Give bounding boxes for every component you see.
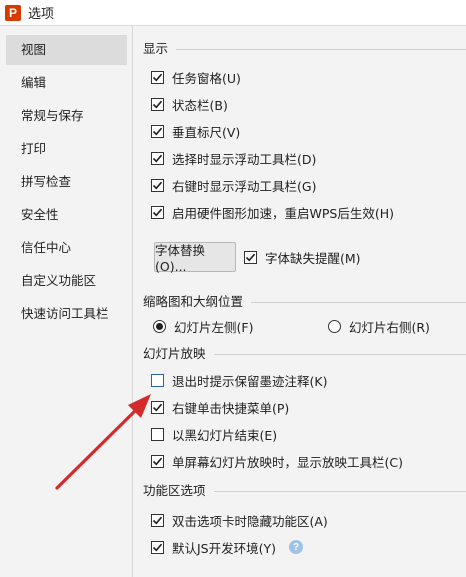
checkbox-row-task-pane[interactable]: 任务窗格(U)	[151, 67, 241, 87]
divider	[251, 301, 466, 303]
section-ribbon-title: 功能区选项	[143, 483, 206, 498]
checkbox-row-float-toolbar-select[interactable]: 选择时显示浮动工具栏(D)	[151, 148, 316, 168]
checkmark-icon	[152, 100, 163, 108]
checkbox-default-js-env[interactable]	[151, 540, 164, 554]
section-display: 显示	[143, 41, 466, 57]
checkbox-label: 任务窗格(U)	[172, 70, 241, 86]
checkbox-hardware-acceleration[interactable]	[151, 205, 164, 219]
checkbox-show-toolbar-single-screen[interactable]	[151, 454, 164, 468]
checkbox-label: 双击选项卡时隐藏功能区(A)	[172, 513, 328, 529]
section-thumbnail-position: 缩略图和大纲位置	[143, 294, 466, 310]
section-ribbon-options: 功能区选项	[143, 483, 466, 499]
checkbox-label: 右键时显示浮动工具栏(G)	[172, 178, 317, 194]
checkbox-row-status-bar[interactable]: 状态栏(B)	[151, 94, 228, 114]
checkbox-vertical-ruler[interactable]	[151, 124, 164, 138]
checkbox-row-default-js-env[interactable]: 默认JS开发环境(Y) ?	[151, 537, 304, 557]
title-bar: P 选项	[0, 0, 466, 26]
sidebar-item-quick-access-toolbar[interactable]: 快速访问工具栏	[6, 299, 127, 329]
checkbox-task-pane[interactable]	[151, 70, 164, 84]
section-display-title: 显示	[143, 41, 169, 56]
sidebar-item-spell-check[interactable]: 拼写检查	[6, 167, 127, 197]
checkbox-row-vertical-ruler[interactable]: 垂直标尺(V)	[151, 121, 240, 141]
radio-thumbnail-left[interactable]	[153, 319, 166, 333]
radio-label: 幻灯片左侧(F)	[174, 319, 254, 335]
radio-thumbnail-right[interactable]	[328, 319, 341, 333]
options-main-panel: 显示 任务窗格(U) 状态栏(B) 垂直标尺(V) 选择时显示浮动工具栏(D) …	[134, 26, 466, 577]
checkbox-row-font-missing-warning[interactable]: 字体缺失提醒(M)	[244, 247, 361, 267]
font-replace-button[interactable]: 字体替换(O)...	[154, 242, 236, 274]
radio-row-thumbnail-right[interactable]: 幻灯片右侧(R)	[328, 316, 430, 336]
checkbox-float-toolbar-select[interactable]	[151, 151, 164, 165]
checkbox-label: 状态栏(B)	[172, 97, 228, 113]
checkmark-icon	[152, 403, 163, 411]
sidebar-item-edit[interactable]: 编辑	[6, 68, 127, 98]
checkbox-label: 字体缺失提醒(M)	[265, 250, 361, 266]
checkbox-label: 退出时提示保留墨迹注释(K)	[172, 373, 328, 389]
section-slideshow: 幻灯片放映	[143, 346, 466, 362]
checkbox-label: 启用硬件图形加速，重启WPS后生效(H)	[172, 205, 394, 221]
sidebar-item-security[interactable]: 安全性	[6, 200, 127, 230]
wps-presentation-logo-icon: P	[5, 4, 21, 21]
checkbox-row-show-toolbar-single-screen[interactable]: 单屏幕幻灯片放映时，显示放映工具栏(C)	[151, 451, 403, 471]
divider	[213, 353, 466, 355]
checkmark-icon	[152, 127, 163, 135]
checkbox-row-float-toolbar-right-click[interactable]: 右键时显示浮动工具栏(G)	[151, 175, 316, 195]
checkbox-end-with-black[interactable]	[151, 427, 164, 441]
options-sidebar: 视图 编辑 常规与保存 打印 拼写检查 安全性 信任中心 自定义功能区 快速访问…	[0, 26, 133, 577]
checkbox-label: 垂直标尺(V)	[172, 124, 241, 140]
sidebar-item-trust-center[interactable]: 信任中心	[6, 233, 127, 263]
checkbox-row-right-click-menu[interactable]: 右键单击快捷菜单(P)	[151, 397, 289, 417]
checkmark-icon	[152, 73, 163, 81]
checkmark-icon	[152, 181, 163, 189]
checkbox-row-end-with-black[interactable]: 以黑幻灯片结束(E)	[151, 424, 277, 444]
sidebar-item-customize-ribbon[interactable]: 自定义功能区	[6, 266, 127, 296]
divider	[176, 48, 466, 50]
checkbox-hide-ribbon-double-click[interactable]	[151, 513, 164, 527]
window-title: 选项	[28, 7, 55, 22]
section-thumbnail-title: 缩略图和大纲位置	[143, 294, 244, 309]
checkmark-icon	[245, 253, 256, 261]
checkbox-row-prompt-keep-ink[interactable]: 退出时提示保留墨迹注释(K)	[151, 370, 327, 390]
question-mark-help-icon[interactable]: ?	[289, 540, 304, 554]
checkbox-float-toolbar-right-click[interactable]	[151, 178, 164, 192]
radio-row-thumbnail-left[interactable]: 幻灯片左侧(F)	[153, 316, 253, 336]
checkbox-label: 默认JS开发环境(Y)	[172, 540, 277, 556]
checkbox-right-click-menu[interactable]	[151, 400, 164, 414]
checkbox-prompt-keep-ink[interactable]	[151, 373, 164, 387]
sidebar-item-view[interactable]: 视图	[6, 35, 127, 65]
checkbox-label: 右键单击快捷菜单(P)	[172, 400, 290, 416]
section-slideshow-title: 幻灯片放映	[143, 346, 206, 361]
divider	[213, 490, 466, 492]
checkmark-icon	[152, 154, 163, 162]
checkbox-status-bar[interactable]	[151, 97, 164, 111]
checkbox-row-hide-ribbon-double-click[interactable]: 双击选项卡时隐藏功能区(A)	[151, 510, 328, 530]
checkmark-icon	[152, 208, 163, 216]
checkbox-font-missing-warning[interactable]	[244, 250, 257, 264]
sidebar-item-print[interactable]: 打印	[6, 134, 127, 164]
sidebar-item-general-save[interactable]: 常规与保存	[6, 101, 127, 131]
checkbox-label: 选择时显示浮动工具栏(D)	[172, 151, 317, 167]
checkbox-row-hardware-acceleration[interactable]: 启用硬件图形加速，重启WPS后生效(H)	[151, 202, 394, 222]
checkbox-label: 以黑幻灯片结束(E)	[172, 427, 278, 443]
checkmark-icon	[152, 457, 163, 465]
radio-label: 幻灯片右侧(R)	[349, 319, 430, 335]
checkmark-icon	[152, 543, 163, 551]
checkbox-label: 单屏幕幻灯片放映时，显示放映工具栏(C)	[172, 454, 403, 470]
radio-selected-dot	[156, 322, 163, 330]
checkmark-icon	[152, 516, 163, 524]
